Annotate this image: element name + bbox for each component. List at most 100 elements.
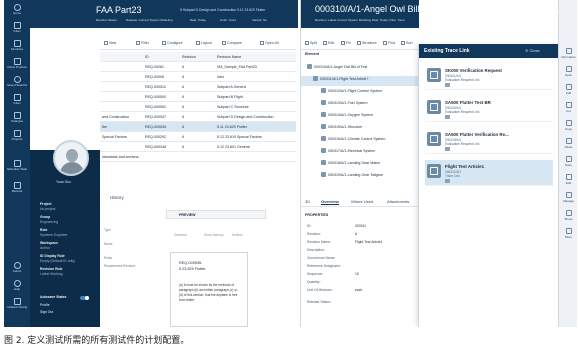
header-date[interactable]: Date: Today [190, 18, 206, 22]
revision-rule-value[interactable]: Latest Working [40, 272, 63, 276]
properties-section-header[interactable]: PROPERTIES [305, 213, 328, 217]
preview-header[interactable]: PREVIEW [166, 210, 266, 219]
header-variant[interactable]: Variant: No [252, 18, 267, 22]
profile-link[interactable]: Profile [40, 303, 50, 307]
fill-button[interactable]: Fill [341, 41, 351, 45]
role-value[interactable]: Systems Engineer [40, 233, 68, 237]
table-row[interactable]: REQ-00281 A VM_Sample_FAA Part23 [100, 62, 296, 72]
tree-node[interactable]: 000313/A/1-Fuel System [321, 100, 368, 110]
display-rule-value[interactable]: Empty (Default ID only) [40, 259, 75, 263]
column-header-revision[interactable]: Revision [182, 55, 196, 59]
split-button[interactable]: Split [305, 41, 317, 45]
rail-item-incident-change[interactable]: Incident Change [7, 298, 27, 313]
header-units[interactable]: Units: Yours [220, 18, 236, 22]
project-value[interactable]: No project [40, 207, 55, 211]
manage-command[interactable]: Manage [560, 192, 577, 203]
bill-of-test-title: 000310/A/1-Angel Owl Bill of Test [315, 4, 449, 14]
sort-button[interactable]: Sort [401, 41, 413, 45]
close-button[interactable]: ✕ Close [525, 48, 540, 53]
rail-item-changes[interactable]: Changes [7, 112, 27, 127]
rail-item-reports[interactable]: Reports [7, 182, 27, 197]
table-row[interactable]: Special Factors REQ-000292 A 5.12 23.619 Sp… [100, 132, 296, 142]
column-header-id[interactable]: ID [145, 55, 149, 59]
tree-node[interactable]: 000310/A/1-Angel Owl Bill of Test [307, 64, 417, 74]
tree-node[interactable]: 000315/A/1-Structure [321, 124, 362, 134]
field-type-label: Type [104, 228, 111, 232]
share-command[interactable]: Share [560, 210, 577, 221]
tree-node[interactable]: 000316/A/1-Climate Control System [321, 136, 385, 146]
trace-link-item-selected[interactable]: Flight Test Article1 000311/A/1 Trace Link [425, 160, 553, 186]
table-row[interactable]: REQ-000512 A Subpart A General [100, 82, 296, 92]
rail-item-inbox[interactable]: Inbox [7, 22, 27, 37]
tab-overview[interactable]: Overview [321, 199, 339, 205]
group-label: Group [40, 215, 51, 219]
preview-show-markup-button[interactable]: Show Markup [204, 233, 224, 237]
avatar[interactable] [53, 140, 89, 176]
table-row-selected[interactable]: tter REQ-000545 A 5.11 23.629 Flutter [100, 122, 296, 132]
trace-link-item[interactable]: SK000 Verification Request 000421/A/1 Eval… [425, 64, 553, 90]
rail-item-active-products[interactable]: Active Products [7, 58, 27, 73]
rail-item-saved-searches[interactable]: Saved Searches [7, 76, 27, 91]
find-button[interactable]: Find [383, 41, 395, 45]
tab-3d[interactable]: 3D [305, 199, 310, 204]
rail-item-favorites[interactable]: Favorites [7, 40, 27, 55]
rail-item-help[interactable]: Help [7, 280, 27, 295]
breadcrumb[interactable]: 5 Subpart D Design and Construction 5.11… [180, 8, 265, 12]
workspace-value[interactable]: Author [40, 246, 50, 250]
paste-command[interactable]: Paste [560, 138, 577, 149]
column-header-revision-name[interactable]: Revision Name [217, 55, 241, 59]
table-row[interactable]: REQ-000502 A Subpart C Structure [100, 102, 296, 112]
tab-attachments[interactable]: Attachments [387, 199, 409, 204]
table-row[interactable]: REQ-000500 A Subpart B Flight [100, 92, 296, 102]
preview-section-button[interactable]: Section [232, 233, 243, 237]
rail-item-schedule-tasks[interactable]: Schedule Tasks [7, 160, 27, 175]
tree-node[interactable]: 000317/A/1-Electrical System [321, 148, 375, 158]
tree-node-selected[interactable]: 000311/A/1-Flight Test Article? [301, 76, 419, 86]
edit-button[interactable]: Edit [323, 41, 334, 45]
trace-link-item[interactable]: SA500 Flutter Test BR 000420/A/1 Evaluatio… [425, 96, 553, 122]
sign-out-link[interactable]: Sign Out [40, 310, 53, 314]
tree-node[interactable]: 000314/A/1-Oxygen System [321, 112, 373, 122]
tab-where-used[interactable]: Where Used [351, 199, 373, 204]
rail-item-inbox-2[interactable]: Inbox [7, 94, 27, 109]
tab-history[interactable]: History [110, 195, 124, 200]
table-row[interactable]: standards and workma... [100, 152, 296, 162]
add-command[interactable]: Add [560, 84, 577, 95]
header-release[interactable]: Release: Current System Modeling [126, 18, 173, 22]
open-command[interactable]: Open [560, 66, 577, 77]
table-row[interactable]: and Construction REQ-000547 A Subpart D Des… [100, 112, 296, 122]
toolbar-open-all-button[interactable]: Open All [260, 41, 279, 45]
table-row[interactable]: REQ-000348 A 5.12 23.601 General [100, 142, 296, 152]
table-row[interactable]: REQ-00006 A Intro [100, 72, 296, 82]
preview-standard-button[interactable]: Standard [174, 233, 187, 237]
toolbar-configure-button[interactable]: Configure [162, 41, 183, 45]
cut-command[interactable]: Cut [560, 102, 577, 113]
trace-link-item[interactable]: SA500 Flutter Verification Re... 000419/A… [425, 128, 553, 154]
tree-column-header: Element [305, 52, 319, 56]
structure-button[interactable]: Structure [357, 41, 377, 45]
new-icon [104, 41, 108, 45]
sort-icon [401, 41, 405, 45]
tree-node[interactable]: 000318/A/1-Landing Gear Mains [321, 160, 380, 170]
save-command[interactable]: Save [560, 156, 577, 167]
toolbar-compare-button[interactable]: Compare [222, 41, 242, 45]
more-command[interactable]: More [560, 228, 577, 239]
edit-command[interactable]: Edit [560, 174, 577, 185]
rail-item-projects[interactable]: Projects [7, 130, 27, 145]
structure-icon [357, 41, 361, 45]
info-command[interactable]: Information [560, 48, 577, 59]
rail-item-home[interactable]: Home [7, 4, 27, 19]
revision-rule-label: Revision Rule [40, 267, 63, 271]
mid-header-meta[interactable]: Revision: Latest Current System Modeling… [315, 18, 405, 22]
group-value[interactable]: Engineering [40, 220, 58, 224]
tree-node[interactable]: 000312/A/1-Flight Control System [321, 88, 382, 98]
copy-command[interactable]: Copy [560, 120, 577, 131]
fill-icon [341, 41, 345, 45]
autosave-toggle[interactable] [80, 296, 89, 300]
tree-node[interactable]: 000319/A/1-Landing Gear Tailgear [321, 172, 383, 182]
toolbar-filter-button[interactable]: Filter [136, 41, 149, 45]
requirement-document-preview: REQ-000545- 5.23.629 Flutter (a) It must… [170, 252, 248, 327]
rail-item-admin[interactable]: Admin [7, 262, 27, 277]
toolbar-layout-button[interactable]: Layout [196, 41, 212, 45]
toolbar-new-button[interactable]: New [104, 41, 116, 45]
